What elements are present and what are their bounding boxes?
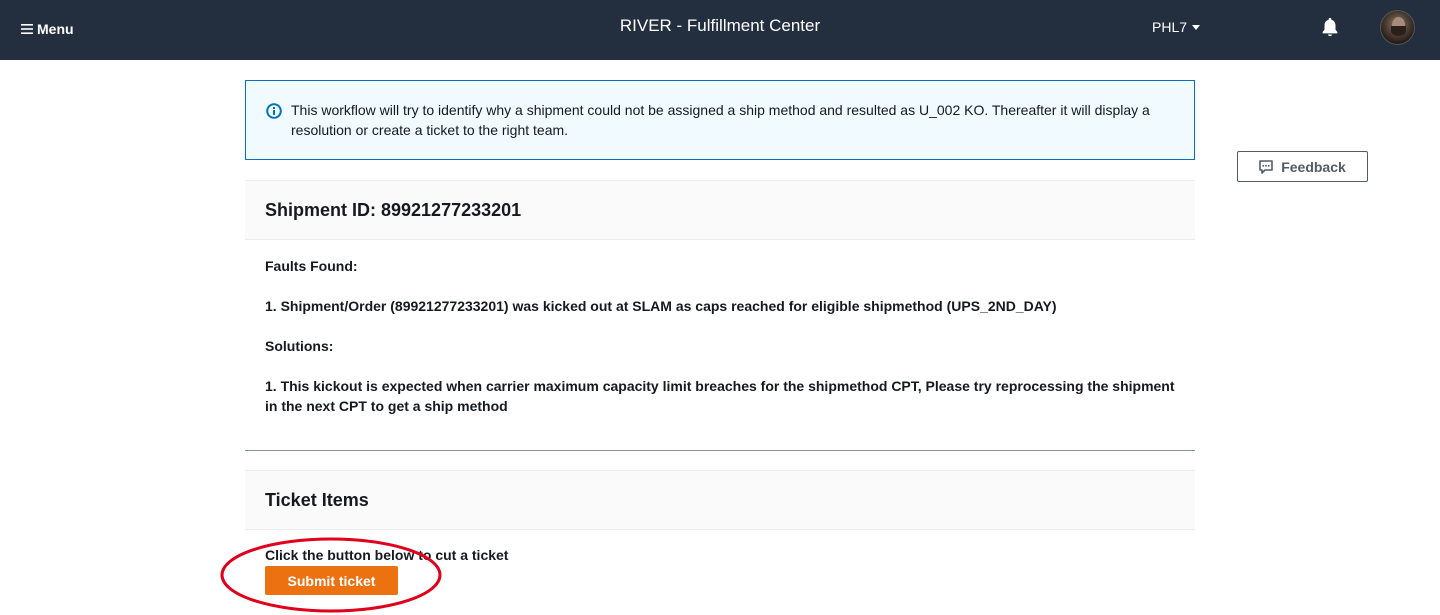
bell-icon[interactable] xyxy=(1319,15,1341,39)
info-icon xyxy=(266,103,282,119)
faults-heading: Faults Found: xyxy=(265,258,358,274)
solution-item: 1. This kickout is expected when carrier… xyxy=(265,378,1175,414)
ticket-instruction: Click the button below to cut a ticket xyxy=(265,547,509,563)
avatar-beard xyxy=(1391,26,1406,36)
site-selector[interactable]: PHL7 xyxy=(1152,19,1201,35)
ticket-panel: Ticket Items xyxy=(245,470,1195,530)
app-title: RIVER - Fulfillment Center xyxy=(619,16,821,35)
info-alert: This workflow will try to identify why a… xyxy=(245,80,1195,160)
shipment-details: Faults Found: 1. Shipment/Order (8992127… xyxy=(245,240,1195,451)
fault-item: 1. Shipment/Order (89921277233201) was k… xyxy=(265,298,1057,314)
shipment-title: Shipment ID: 89921277233201 xyxy=(245,180,1195,240)
feedback-label: Feedback xyxy=(1281,158,1346,175)
caret-down-icon xyxy=(1192,24,1201,30)
submit-ticket-button[interactable]: Submit ticket xyxy=(265,566,398,595)
ticket-items-title: Ticket Items xyxy=(245,470,1195,530)
feedback-button[interactable]: Feedback xyxy=(1237,151,1368,182)
site-label: PHL7 xyxy=(1152,19,1188,35)
avatar[interactable] xyxy=(1380,10,1415,45)
alert-text: This workflow will try to identify why a… xyxy=(291,102,1150,138)
top-nav-bar: Menu RIVER - Fulfillment Center PHL7 xyxy=(0,0,1440,60)
feedback-icon xyxy=(1259,159,1274,174)
shipment-panel: Shipment ID: 89921277233201 xyxy=(245,180,1195,240)
solutions-heading: Solutions: xyxy=(265,338,334,354)
